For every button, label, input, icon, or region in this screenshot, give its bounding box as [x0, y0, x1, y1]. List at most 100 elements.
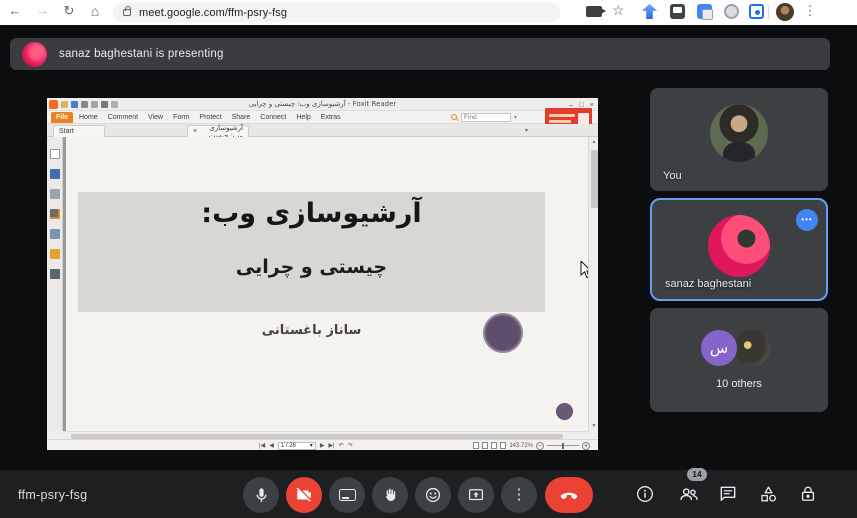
microphone-button[interactable]	[243, 477, 279, 513]
participant-initial-avatar: س	[701, 330, 737, 366]
chat-button[interactable]	[716, 482, 740, 506]
ribbon-tab-comment[interactable]: Comment	[108, 114, 138, 121]
present-screen-button[interactable]	[458, 477, 494, 513]
browser-menu-icon[interactable]: ⋮	[803, 3, 817, 19]
smiley-icon	[424, 486, 442, 504]
participant-count-badge: 14	[687, 468, 707, 481]
ribbon-tab-home[interactable]: Home	[79, 114, 98, 121]
bookmark-star-icon[interactable]: ☆	[612, 2, 625, 19]
camera-off-icon	[295, 486, 313, 504]
zoom-slider-thumb[interactable]	[562, 443, 564, 449]
foxit-statusbar: |◀ ◀ 1 / 26 ▾ ▶ ▶| ↶ ↷ 143.72% − +	[47, 439, 598, 450]
slide-title-line1: آرشیوسازی وب:	[78, 198, 545, 229]
download-extension-icon[interactable]	[642, 4, 657, 19]
find-options-icon[interactable]: ▾	[514, 114, 517, 121]
zoom-out-icon[interactable]: −	[536, 442, 544, 450]
vertical-scroll-thumb[interactable]	[591, 150, 598, 208]
page-navigation: |◀ ◀ 1 / 26 ▾ ▶ ▶| ↶ ↷	[259, 442, 353, 450]
url-text[interactable]: meet.google.com/ffm-psry-fsg	[139, 7, 287, 19]
zoom-slider[interactable]	[547, 445, 579, 446]
participant-tile-others[interactable]: س 10 others	[650, 308, 828, 412]
single-page-view-icon[interactable]	[473, 442, 479, 449]
participants-button[interactable]	[677, 482, 701, 506]
meet-control-bar: ffm-psry-fsg	[0, 470, 857, 518]
translate-extension-icon[interactable]	[697, 4, 712, 19]
security-panel-icon[interactable]	[50, 249, 60, 259]
ribbon-tab-share[interactable]: Share	[232, 114, 251, 121]
zoom-controls: 143.72% − +	[473, 442, 590, 450]
previous-view-icon[interactable]: ↶	[339, 442, 344, 449]
ribbon-tab-protect[interactable]: Protect	[199, 114, 221, 121]
find-input[interactable]	[461, 113, 511, 122]
address-bar[interactable]: meet.google.com/ffm-psry-fsg	[113, 3, 560, 22]
tab-document[interactable]: آرشیوسازی وب: چیست ×	[187, 125, 249, 137]
attachments-panel-icon[interactable]	[50, 229, 60, 239]
bookmarks-panel-icon[interactable]	[50, 149, 60, 159]
forward-icon[interactable]: →	[34, 3, 52, 18]
tile-more-options-icon[interactable]: •••	[796, 209, 818, 231]
last-page-icon[interactable]: ▶|	[328, 442, 334, 449]
vertical-scrollbar[interactable]: ▲ ▼	[588, 137, 598, 431]
ribbon-tab-view[interactable]: View	[148, 114, 163, 121]
participant-name: You	[663, 170, 682, 182]
leave-call-button[interactable]	[545, 477, 593, 513]
next-page-icon[interactable]: ▶	[320, 442, 325, 449]
signatures-panel-icon[interactable]	[50, 269, 60, 279]
document-view: آرشیوسازی وب: چیستی و چرایی ساناز باغستا…	[63, 137, 588, 431]
reactions-button[interactable]	[415, 477, 451, 513]
tab-list-dropdown-icon[interactable]: ▾	[525, 127, 528, 134]
chat-icon	[718, 484, 738, 504]
raise-hand-button[interactable]	[372, 477, 408, 513]
ribbon-tab-file[interactable]: File	[51, 112, 73, 123]
continuous-view-icon[interactable]	[482, 442, 488, 449]
page-dropdown-icon[interactable]: ▾	[310, 442, 313, 449]
tab-close-icon[interactable]: ×	[193, 128, 197, 135]
search-icon	[451, 114, 458, 121]
extension-icon[interactable]	[749, 4, 764, 19]
back-icon[interactable]: ←	[6, 3, 24, 18]
extension-icon[interactable]	[670, 4, 685, 19]
refresh-icon[interactable]: ↻	[60, 3, 78, 19]
meeting-details-button[interactable]	[633, 482, 657, 506]
shared-screen-foxit-reader: آرشیوسازی وب: چیستی و چرایی - Foxit Read…	[47, 98, 598, 450]
host-controls-button[interactable]	[796, 482, 820, 506]
scroll-up-icon[interactable]: ▲	[589, 139, 599, 145]
browser-profile-avatar[interactable]	[776, 3, 794, 21]
home-icon[interactable]: ⌂	[86, 3, 104, 19]
presenting-banner: sanaz baghestani is presenting	[10, 38, 830, 70]
more-options-button[interactable]: ⋮	[501, 477, 537, 513]
scroll-down-icon[interactable]: ▼	[589, 423, 599, 429]
facing-view-icon[interactable]	[491, 442, 497, 449]
first-page-icon[interactable]: |◀	[259, 442, 265, 449]
horizontal-scrollbar[interactable]	[63, 431, 588, 439]
layers-panel-icon[interactable]	[50, 189, 60, 199]
comments-panel-icon[interactable]	[50, 209, 60, 219]
captions-button[interactable]	[329, 477, 365, 513]
people-icon	[678, 483, 700, 505]
next-view-icon[interactable]: ↷	[348, 442, 353, 449]
zoom-in-icon[interactable]: +	[582, 442, 590, 450]
participant-tile-you[interactable]: You	[650, 88, 828, 191]
google-meet-window: ← → ↻ ⌂ meet.google.com/ffm-psry-fsg ☆ ⋮…	[0, 0, 857, 518]
camera-off-button[interactable]	[286, 477, 322, 513]
participant-tile-sanaz[interactable]: ••• sanaz baghestani	[650, 198, 828, 301]
horizontal-scroll-thumb[interactable]	[71, 434, 563, 439]
ribbon-tab-form[interactable]: Form	[173, 114, 189, 121]
page-number-box[interactable]: 1 / 26 ▾	[278, 442, 316, 450]
presenter-avatar	[22, 42, 47, 67]
pages-panel-icon[interactable]	[50, 169, 60, 179]
lock-icon	[798, 484, 818, 504]
ribbon-tab-connect[interactable]: Connect	[260, 114, 286, 121]
microphone-icon	[253, 487, 270, 504]
activities-button[interactable]	[756, 482, 780, 506]
raise-hand-icon	[382, 487, 398, 503]
foxit-panel-sidebar	[47, 137, 63, 431]
ribbon-tab-help[interactable]: Help	[296, 114, 310, 121]
continuous-facing-view-icon[interactable]	[500, 442, 506, 449]
meeting-code: ffm-psry-fsg	[18, 488, 87, 502]
tab-start[interactable]: Start	[53, 125, 105, 137]
toolbar-divider	[768, 5, 769, 19]
adblock-extension-icon[interactable]	[724, 4, 739, 19]
ribbon-tab-extras[interactable]: Extras	[321, 114, 341, 121]
prev-page-icon[interactable]: ◀	[269, 442, 274, 449]
